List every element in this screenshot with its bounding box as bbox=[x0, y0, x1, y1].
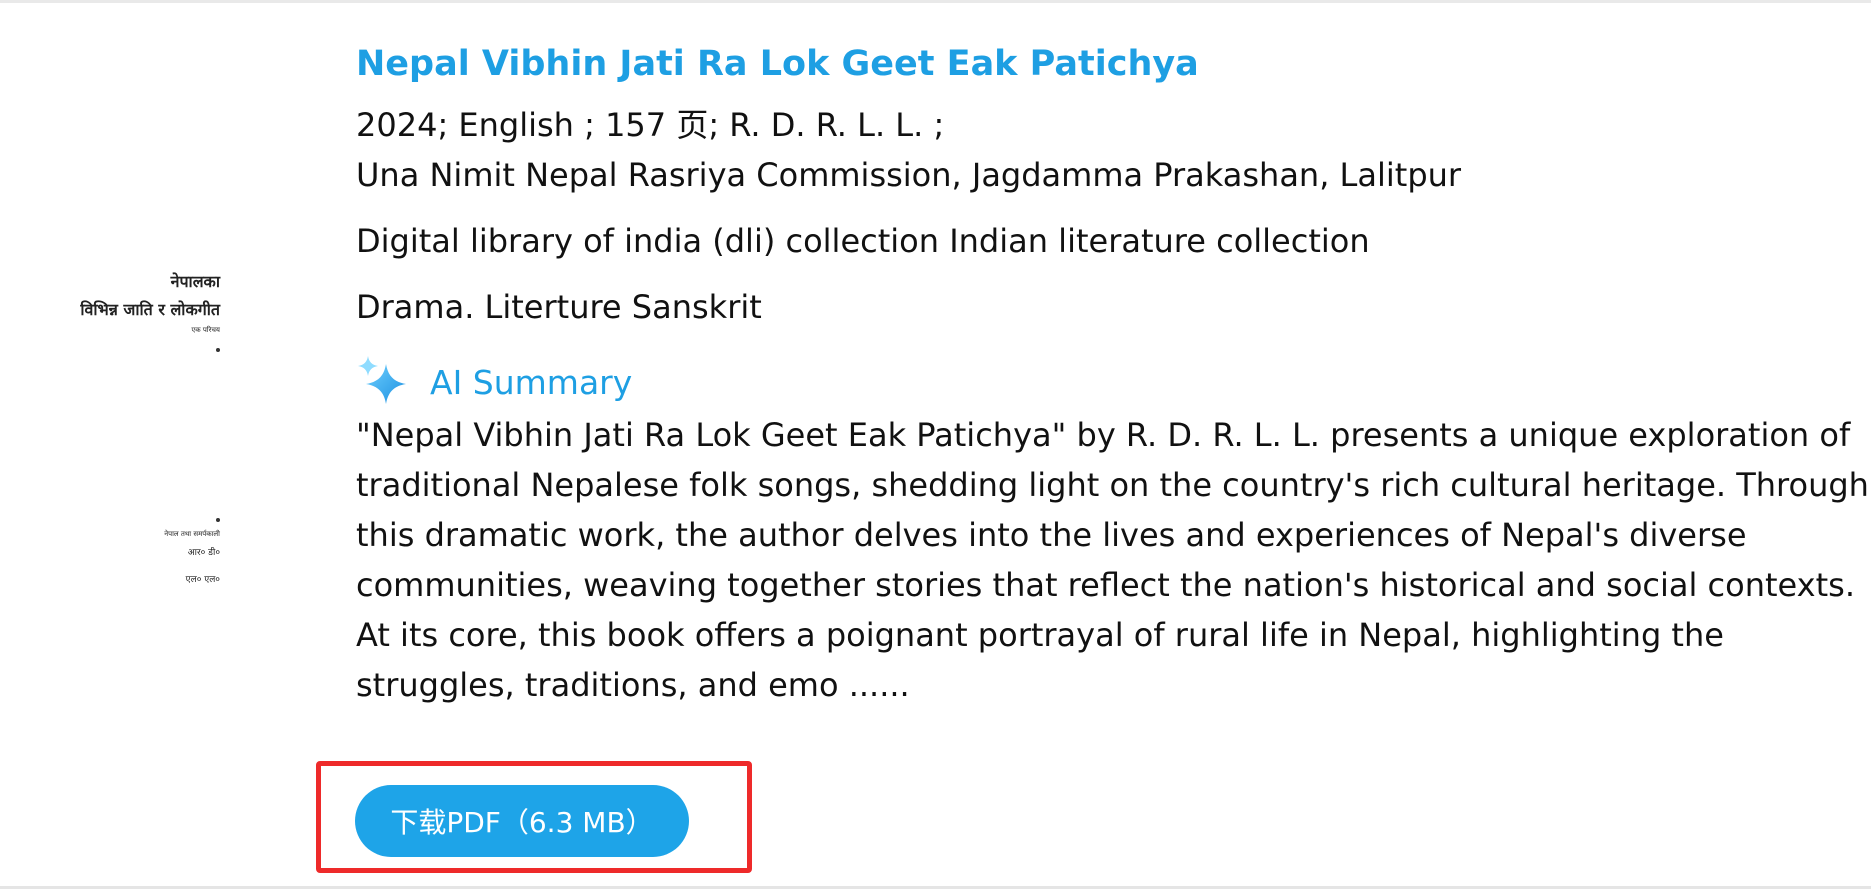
download-pdf-button[interactable]: 下载PDF（6.3 MB） bbox=[355, 785, 689, 857]
cover-text-line: एक परिचय bbox=[191, 326, 220, 334]
ai-summary-label: AI Summary bbox=[430, 362, 633, 402]
summary-line: communities, weaving together stories th… bbox=[356, 566, 1855, 604]
cover-dot bbox=[216, 348, 220, 352]
summary-line: At its core, this book offers a poignant… bbox=[356, 616, 1724, 654]
sparkle-icon bbox=[356, 354, 412, 410]
cover-text-line: विभिन्न जाति र लोकगीत bbox=[80, 300, 220, 319]
book-result-card: नेपालका विभिन्न जाति र लोकगीत एक परिचय न… bbox=[0, 0, 1871, 891]
bottom-divider bbox=[0, 886, 1871, 889]
ai-summary-text: "Nepal Vibhin Jati Ra Lok Geet Eak Patic… bbox=[356, 410, 1869, 710]
summary-line: this dramatic work, the author delves in… bbox=[356, 516, 1747, 554]
meta-collection: Digital library of india (dli) collectio… bbox=[356, 222, 1370, 260]
cover-text-line: एल० एल० bbox=[185, 575, 220, 585]
cover-dot bbox=[216, 518, 220, 522]
summary-line: traditional Nepalese folk songs, sheddin… bbox=[356, 466, 1869, 504]
cover-text-line: आर० डी० bbox=[187, 548, 220, 558]
ai-summary-header: AI Summary bbox=[356, 354, 1856, 410]
book-cover-thumbnail[interactable]: नेपालका विभिन्न जाति र लोकगीत एक परिचय न… bbox=[40, 250, 240, 610]
meta-subjects: Drama. Literture Sanskrit bbox=[356, 288, 762, 326]
summary-line: "Nepal Vibhin Jati Ra Lok Geet Eak Patic… bbox=[356, 416, 1851, 454]
book-meta: 2024; English ; 157 页; R. D. R. L. L. ; … bbox=[356, 100, 1856, 332]
meta-year-language-pages: 2024; English ; 157 页; R. D. R. L. L. ; bbox=[356, 106, 945, 144]
cover-text-line: नेपालका bbox=[170, 272, 220, 291]
meta-publisher: Una Nimit Nepal Rasriya Commission, Jagd… bbox=[356, 156, 1462, 194]
summary-line: struggles, traditions, and emo ...... bbox=[356, 666, 910, 704]
book-title-link[interactable]: Nepal Vibhin Jati Ra Lok Geet Eak Patich… bbox=[356, 36, 1856, 92]
cover-text-line: नेपाल तथा समर्पकाली bbox=[164, 530, 220, 538]
book-details: Nepal Vibhin Jati Ra Lok Geet Eak Patich… bbox=[356, 36, 1869, 710]
top-divider bbox=[0, 0, 1871, 3]
